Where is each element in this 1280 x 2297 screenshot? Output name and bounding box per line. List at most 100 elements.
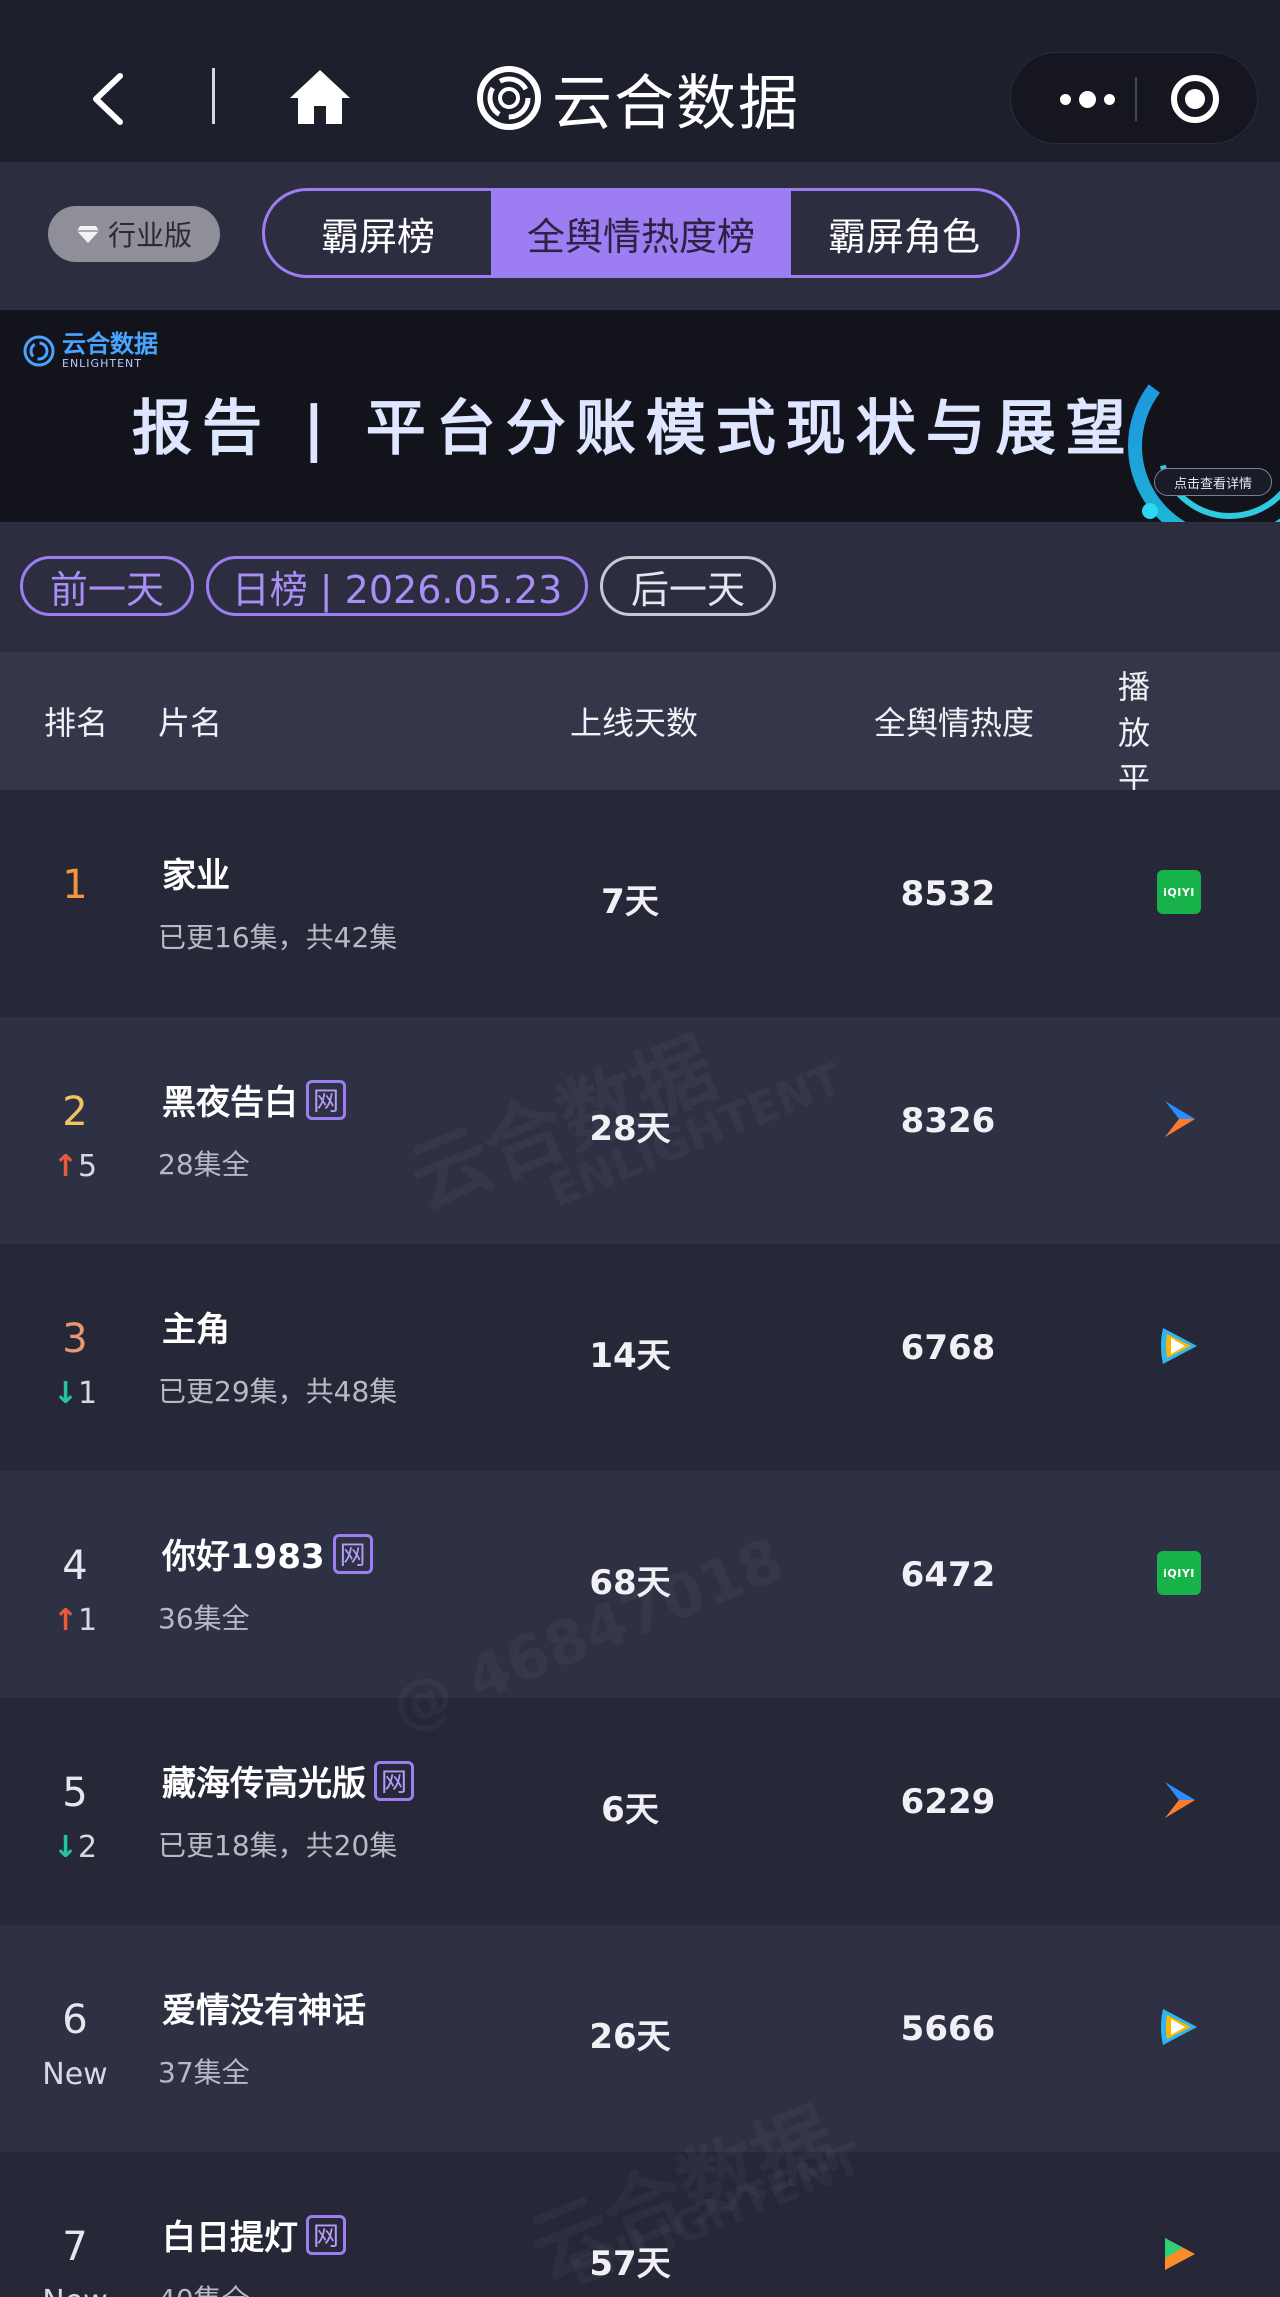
- rank-change: ↑5: [0, 1149, 150, 1184]
- tab-row: 行业版 霸屏榜 全舆情热度榜 霸屏角色: [0, 162, 1280, 310]
- tab-screen-dominance[interactable]: 霸屏榜: [265, 191, 491, 275]
- table-row[interactable]: 4 ↑1 你好1983 网 36集全 68天 6472 iQIYI: [0, 1471, 1280, 1698]
- show-title[interactable]: 爱情没有神话: [162, 1983, 366, 2032]
- more-dot-icon: [1078, 90, 1096, 108]
- episode-status: 已更18集，共20集: [158, 1829, 398, 1862]
- more-button[interactable]: [1039, 53, 1135, 145]
- show-title[interactable]: 黑夜告白: [162, 1075, 298, 1124]
- header-heat[interactable]: 全舆情热度: [874, 652, 1034, 790]
- arrow-up-icon: ↑: [52, 1603, 79, 1638]
- table-row[interactable]: 6 New 爱情没有神话 37集全 26天 5666: [0, 1925, 1280, 2152]
- rank-change-new: New: [0, 2284, 150, 2297]
- mango-tv-icon[interactable]: [1157, 2232, 1201, 2276]
- iqiyi-icon[interactable]: iQIYI: [1157, 870, 1201, 914]
- rank-change: ↓2: [0, 1830, 150, 1865]
- prev-day-button[interactable]: 前一天: [20, 556, 194, 616]
- rank-number: 6: [62, 1997, 88, 2043]
- next-day-button[interactable]: 后一天: [600, 556, 776, 616]
- online-days: 68天: [589, 1563, 671, 1603]
- web-drama-badge: 网: [306, 2214, 346, 2255]
- show-title[interactable]: 家业: [162, 848, 230, 897]
- header-platform: 播放平台: [1118, 668, 1151, 844]
- heat-value: 6472: [900, 1555, 996, 1595]
- header-days[interactable]: 上线天数: [570, 652, 698, 790]
- heat-value: 5666: [900, 2009, 996, 2049]
- back-button[interactable]: [80, 62, 140, 136]
- show-title[interactable]: 你好1983: [162, 1529, 325, 1578]
- show-title[interactable]: 藏海传高光版: [162, 1756, 366, 1805]
- edition-label: 行业版: [107, 219, 192, 252]
- web-drama-badge: 网: [332, 1533, 373, 1574]
- tencent-video-icon[interactable]: [1157, 2005, 1201, 2049]
- ranking-list: 1 家业 已更16集，共42集 7天 8532 iQIYI 2 ↑5 黑夜告白网…: [0, 790, 1280, 2297]
- show-title[interactable]: 主角: [162, 1302, 230, 1351]
- rank-change: ↑1: [0, 1603, 150, 1638]
- online-days: 7天: [601, 882, 659, 922]
- rank-change-value: 5: [78, 1149, 98, 1184]
- heat-value: 8532: [900, 874, 996, 914]
- banner-cta-button[interactable]: 点击查看详情: [1154, 468, 1272, 496]
- online-days: 28天: [589, 1109, 671, 1149]
- table-header: 排名 片名 上线天数 全舆情热度 播放平台: [0, 652, 1280, 844]
- rank-change-value: 1: [78, 1376, 98, 1411]
- rank-change-new: New: [42, 2057, 108, 2092]
- iqiyi-icon[interactable]: iQIYI: [1157, 1551, 1201, 1595]
- arrow-up-icon: ↑: [52, 1149, 79, 1184]
- top-nav-bar: 云合数据: [0, 0, 1280, 162]
- heat-value: 6768: [900, 1328, 996, 1368]
- app-logo-icon: [477, 66, 541, 130]
- tab-dominant-roles[interactable]: 霸屏角色: [791, 191, 1017, 275]
- close-target-icon[interactable]: [1171, 75, 1219, 123]
- table-row[interactable]: 2 ↑5 黑夜告白网 28集全 28天 8326: [0, 1017, 1280, 1244]
- date-selector[interactable]: 日榜 | 2026.05.23: [206, 556, 588, 616]
- online-days: 6天: [601, 1790, 659, 1830]
- tencent-video-icon[interactable]: [1157, 1324, 1201, 1368]
- rank-number: 4: [62, 1543, 88, 1589]
- banner-logo: 云合数据 ENLIGHTENT: [22, 332, 158, 369]
- report-banner[interactable]: 云合数据 ENLIGHTENT 报告 | 平台分账模式现状与展望 点击查看详情: [0, 310, 1280, 522]
- arrow-down-icon: ↓: [52, 1830, 79, 1865]
- episode-status: 36集全: [158, 1602, 250, 1635]
- rank-number: 2: [62, 1089, 88, 1135]
- capsule-divider: [1135, 77, 1137, 121]
- home-icon: [290, 70, 350, 124]
- header-rank: 排名: [44, 704, 109, 742]
- rank-change-value: 2: [78, 1830, 98, 1865]
- edition-badge[interactable]: 行业版: [48, 206, 220, 262]
- table-row[interactable]: 5 ↓2 藏海传高光版网 已更18集，共20集 6天 6229: [0, 1698, 1280, 1925]
- nav-divider: [212, 68, 215, 124]
- episode-status: 已更16集，共42集: [158, 921, 398, 954]
- online-days: 26天: [589, 2017, 671, 2057]
- home-button[interactable]: [288, 66, 352, 128]
- online-days: 14天: [589, 1336, 671, 1376]
- mini-program-capsule: [1010, 52, 1258, 144]
- header-title: 片名: [158, 704, 223, 742]
- banner-logo-cn: 云合数据: [62, 330, 158, 358]
- episode-status: 40集全: [158, 2278, 250, 2297]
- table-row[interactable]: 3 ↓1 主角 已更29集，共48集 14天 6768: [0, 1244, 1280, 1471]
- web-drama-badge: 网: [306, 1079, 346, 1120]
- chevron-left-icon: [93, 73, 123, 125]
- episode-status: 28集全: [158, 1148, 250, 1181]
- table-row[interactable]: 7 New 白日提灯网 40集全 57天: [0, 2152, 1280, 2297]
- rank-number: 1: [62, 862, 88, 908]
- date-navigation: 前一天 日榜 | 2026.05.23 后一天: [0, 522, 1280, 652]
- page-title: 云合数据: [476, 58, 800, 139]
- show-title[interactable]: 白日提灯: [162, 2210, 298, 2259]
- ranking-tabs: 霸屏榜 全舆情热度榜 霸屏角色: [262, 188, 1020, 278]
- rank-change-value: 1: [78, 1603, 98, 1638]
- rank-change: ↓1: [0, 1376, 150, 1411]
- heat-value: 8326: [900, 1101, 996, 1141]
- rank-number: 7: [62, 2224, 88, 2270]
- more-dot-icon: [1059, 93, 1071, 105]
- app-title: 云合数据: [552, 68, 800, 139]
- banner-headline: 报告 | 平台分账模式现状与展望: [132, 394, 1136, 464]
- youku-icon[interactable]: [1157, 1778, 1201, 1822]
- youku-icon[interactable]: [1157, 1097, 1201, 1141]
- tab-public-opinion-heat[interactable]: 全舆情热度榜: [491, 191, 791, 275]
- online-days: 57天: [589, 2244, 671, 2284]
- diamond-icon: [76, 226, 99, 243]
- heat-value: 6229: [900, 1782, 996, 1822]
- table-row[interactable]: 1 家业 已更16集，共42集 7天 8532 iQIYI: [0, 790, 1280, 1017]
- web-drama-badge: 网: [374, 1760, 414, 1801]
